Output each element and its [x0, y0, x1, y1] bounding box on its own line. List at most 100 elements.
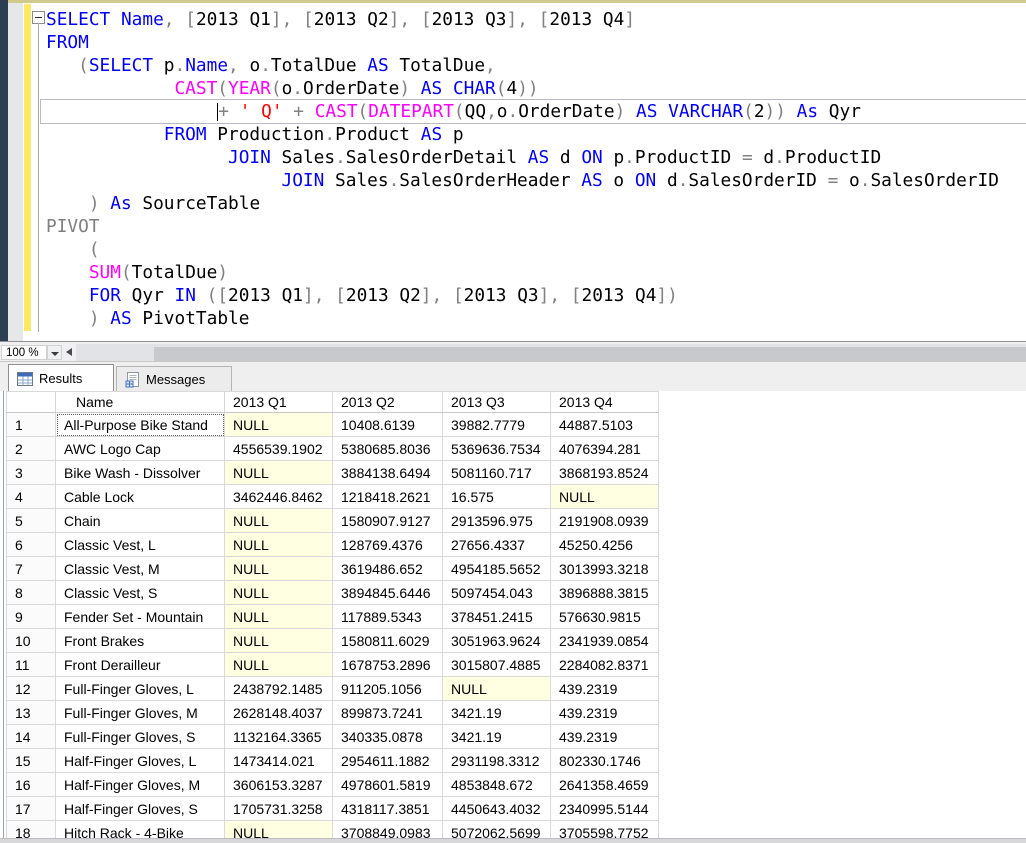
grid-cell[interactable]: Half-Finger Gloves, S	[56, 797, 225, 821]
row-number[interactable]: 9	[7, 605, 56, 629]
code-line-14[interactable]: ) AS PivotTable	[41, 307, 1026, 330]
grid-cell[interactable]: 2954611.1882	[333, 749, 443, 773]
grid-cell[interactable]: 439.2319	[551, 677, 659, 701]
grid-cell[interactable]: 4318117.3851	[333, 797, 443, 821]
grid-cell[interactable]: 4978601.5819	[333, 773, 443, 797]
grid-cell[interactable]: 1218418.2621	[333, 485, 443, 509]
grid-cell[interactable]: 3868193.8524	[551, 461, 659, 485]
grid-cell[interactable]: Classic Vest, S	[56, 581, 225, 605]
grid-cell[interactable]: 39882.7779	[443, 413, 551, 437]
code-line-13[interactable]: FOR Qyr IN ([2013 Q1], [2013 Q2], [2013 …	[41, 284, 1026, 307]
grid-cell[interactable]: All-Purpose Bike Stand	[56, 413, 225, 437]
row-number[interactable]: 3	[7, 461, 56, 485]
row-number[interactable]: 12	[7, 677, 56, 701]
grid-cell[interactable]: 2341939.0854	[551, 629, 659, 653]
row-number[interactable]: 16	[7, 773, 56, 797]
grid-cell[interactable]: 5380685.8036	[333, 437, 443, 461]
row-number[interactable]: 2	[7, 437, 56, 461]
row-number[interactable]: 13	[7, 701, 56, 725]
editor-selection-margin[interactable]	[8, 3, 23, 341]
grid-cell[interactable]: 2438792.1485	[225, 677, 333, 701]
results-grid[interactable]: Name2013 Q12013 Q22013 Q32013 Q4 1All-Pu…	[6, 391, 659, 843]
grid-cell[interactable]: 3015807.4885	[443, 653, 551, 677]
grid-column-header-2013-q2[interactable]: 2013 Q2	[333, 392, 443, 413]
grid-column-header-2013-q4[interactable]: 2013 Q4	[551, 392, 659, 413]
grid-cell[interactable]: 16.575	[443, 485, 551, 509]
grid-cell[interactable]: 44887.5103	[551, 413, 659, 437]
grid-cell[interactable]: Full-Finger Gloves, S	[56, 725, 225, 749]
grid-cell[interactable]: 10408.6139	[333, 413, 443, 437]
grid-cell[interactable]: 2628148.4037	[225, 701, 333, 725]
grid-cell[interactable]: 802330.1746	[551, 749, 659, 773]
row-number[interactable]: 15	[7, 749, 56, 773]
code-line-4[interactable]: CAST(YEAR(o.OrderDate) AS CHAR(4))	[41, 77, 1026, 100]
code-line-7[interactable]: JOIN Sales.SalesOrderDetail AS d ON p.Pr…	[41, 146, 1026, 169]
code-line-10[interactable]: PIVOT	[41, 215, 1026, 238]
grid-corner-header[interactable]	[7, 392, 56, 413]
row-number[interactable]: 7	[7, 557, 56, 581]
grid-cell[interactable]: 3606153.3287	[225, 773, 333, 797]
grid-cell[interactable]: 4954185.5652	[443, 557, 551, 581]
grid-cell[interactable]: 4076394.281	[551, 437, 659, 461]
grid-cell[interactable]: 2913596.975	[443, 509, 551, 533]
grid-column-header-2013-q3[interactable]: 2013 Q3	[443, 392, 551, 413]
grid-cell[interactable]: 576630.9815	[551, 605, 659, 629]
grid-cell[interactable]: 911205.1056	[333, 677, 443, 701]
horizontal-scrollbar-thumb[interactable]	[154, 347, 1026, 362]
code-line-11[interactable]: (	[41, 238, 1026, 261]
grid-cell[interactable]: 27656.4337	[443, 533, 551, 557]
grid-cell[interactable]: Classic Vest, L	[56, 533, 225, 557]
code-line-2[interactable]: FROM	[41, 31, 1026, 54]
grid-cell[interactable]: NULL	[225, 461, 333, 485]
grid-cell[interactable]: 378451.2415	[443, 605, 551, 629]
grid-column-header-2013-q1[interactable]: 2013 Q1	[225, 392, 333, 413]
grid-cell[interactable]: 3894845.6446	[333, 581, 443, 605]
grid-cell[interactable]: NULL	[225, 629, 333, 653]
grid-cell[interactable]: NULL	[225, 581, 333, 605]
grid-cell[interactable]: 1705731.3258	[225, 797, 333, 821]
grid-cell[interactable]: Front Derailleur	[56, 653, 225, 677]
grid-cell[interactable]: 117889.5343	[333, 605, 443, 629]
code-line-3[interactable]: (SELECT p.Name, o.TotalDue AS TotalDue,	[41, 54, 1026, 77]
tab-messages[interactable]: Messages	[116, 366, 232, 392]
row-number[interactable]: 1	[7, 413, 56, 437]
grid-cell[interactable]: 3421.19	[443, 701, 551, 725]
grid-cell[interactable]: 1580811.6029	[333, 629, 443, 653]
grid-cell[interactable]: Half-Finger Gloves, L	[56, 749, 225, 773]
grid-cell[interactable]: Bike Wash - Dissolver	[56, 461, 225, 485]
row-number[interactable]: 11	[7, 653, 56, 677]
grid-cell[interactable]: 1132164.3365	[225, 725, 333, 749]
grid-cell[interactable]: NULL	[225, 509, 333, 533]
grid-cell[interactable]: 2340995.5144	[551, 797, 659, 821]
grid-cell[interactable]: Full-Finger Gloves, M	[56, 701, 225, 725]
code-line-8[interactable]: JOIN Sales.SalesOrderHeader AS o ON d.Sa…	[41, 169, 1026, 192]
grid-cell[interactable]: 4450643.4032	[443, 797, 551, 821]
code-line-6[interactable]: FROM Production.Product AS p	[41, 123, 1026, 146]
grid-cell[interactable]: NULL	[443, 677, 551, 701]
row-number[interactable]: 6	[7, 533, 56, 557]
row-number[interactable]: 5	[7, 509, 56, 533]
grid-cell[interactable]: 3896888.3815	[551, 581, 659, 605]
row-number[interactable]: 8	[7, 581, 56, 605]
grid-cell[interactable]: 3013993.3218	[551, 557, 659, 581]
grid-cell[interactable]: Full-Finger Gloves, L	[56, 677, 225, 701]
grid-cell[interactable]: 4853848.672	[443, 773, 551, 797]
grid-cell[interactable]: NULL	[225, 413, 333, 437]
grid-cell[interactable]: 3462446.8462	[225, 485, 333, 509]
grid-cell[interactable]: 3619486.652	[333, 557, 443, 581]
row-number[interactable]: 10	[7, 629, 56, 653]
sql-editor[interactable]: SELECT Name, [2013 Q1], [2013 Q2], [2013…	[0, 0, 1026, 341]
grid-cell[interactable]: 5097454.043	[443, 581, 551, 605]
zoom-dropdown-button[interactable]	[47, 345, 62, 360]
grid-cell[interactable]: 899873.7241	[333, 701, 443, 725]
grid-cell[interactable]: 1678753.2896	[333, 653, 443, 677]
grid-cell[interactable]: 2191908.0939	[551, 509, 659, 533]
grid-cell[interactable]: Classic Vest, M	[56, 557, 225, 581]
grid-cell[interactable]: 5369636.7534	[443, 437, 551, 461]
grid-cell[interactable]: 2641358.4659	[551, 773, 659, 797]
grid-cell[interactable]: Cable Lock	[56, 485, 225, 509]
row-number[interactable]: 17	[7, 797, 56, 821]
grid-cell[interactable]: 3884138.6494	[333, 461, 443, 485]
grid-cell[interactable]: 2931198.3312	[443, 749, 551, 773]
grid-cell[interactable]: Fender Set - Mountain	[56, 605, 225, 629]
